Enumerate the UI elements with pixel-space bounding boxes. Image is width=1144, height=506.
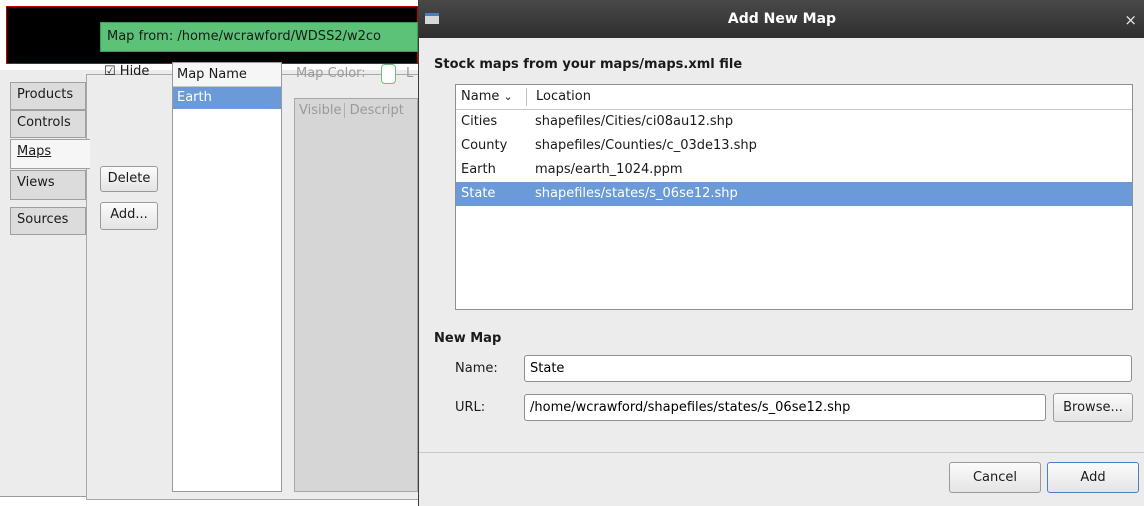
row-location: shapefiles/Cities/ci08au12.shp [535, 114, 734, 129]
name-field[interactable] [524, 355, 1132, 382]
browse-button[interactable]: Browse... [1053, 393, 1133, 422]
tab-controls-label: Controls [17, 115, 71, 130]
url-field[interactable] [524, 394, 1046, 421]
column-location-label: Location [536, 89, 591, 104]
url-field-label: URL: [455, 400, 486, 415]
map-name-header[interactable]: Map Name [173, 63, 281, 87]
column-description[interactable]: Descript [350, 103, 404, 118]
tab-products[interactable]: Products [10, 82, 86, 110]
list-item[interactable]: Earth [173, 87, 281, 109]
add-button-label: Add [1080, 470, 1106, 485]
tab-sources-label: Sources [17, 212, 69, 227]
delete-button-label: Delete [107, 171, 151, 186]
tab-controls[interactable]: Controls [10, 110, 86, 138]
tab-sources[interactable]: Sources [10, 207, 86, 235]
delete-button[interactable]: Delete [100, 166, 158, 192]
column-visible[interactable]: Visible [299, 103, 346, 118]
map-name-list[interactable]: Map Name Earth [172, 62, 282, 492]
add-map-button-label: Add... [110, 207, 148, 222]
map-color-trailing-label: L [406, 66, 414, 81]
map-color-swatch[interactable] [381, 64, 396, 84]
table-row-selected[interactable]: State shapefiles/states/s_06se12.shp [456, 182, 1132, 206]
map-from-bar: Map from: /home/wcrawford/WDSS2/w2co [100, 22, 418, 52]
add-button[interactable]: Add [1047, 462, 1139, 493]
checkbox-checked-icon: ☑ [104, 64, 116, 79]
row-location: maps/earth_1024.ppm [535, 162, 683, 177]
column-name[interactable]: Name ⌄ [461, 89, 513, 104]
dialog-titlebar[interactable]: Add New Map × [419, 0, 1144, 38]
stock-maps-header: Name ⌄ Location [456, 85, 1132, 110]
row-location: shapefiles/Counties/c_03de13.shp [535, 138, 757, 153]
table-row[interactable]: Cities shapefiles/Cities/ci08au12.shp [456, 110, 1132, 134]
column-location[interactable]: Location [536, 89, 591, 104]
layer-table-header: Visible Descript [295, 99, 417, 121]
new-map-heading: New Map [434, 331, 502, 346]
row-location: shapefiles/states/s_06se12.shp [535, 186, 738, 201]
dialog-title: Add New Map [727, 11, 837, 27]
table-row[interactable]: Earth maps/earth_1024.ppm [456, 158, 1132, 182]
cancel-button[interactable]: Cancel [949, 462, 1041, 493]
hide-checkbox-label: Hide [119, 64, 150, 79]
map-from-text: Map from: /home/wcrawford/WDSS2/w2co [107, 29, 381, 44]
row-name: County [461, 138, 508, 153]
tab-maps[interactable]: Maps [10, 139, 90, 169]
column-name-label: Name [461, 89, 500, 104]
row-name: Earth [461, 162, 496, 177]
column-divider[interactable] [526, 88, 527, 106]
stock-maps-heading: Stock maps from your maps/maps.xml file [434, 57, 743, 72]
list-item-label: Earth [177, 90, 212, 105]
table-row[interactable]: County shapefiles/Counties/c_03de13.shp [456, 134, 1132, 158]
browse-button-label: Browse... [1063, 400, 1123, 415]
cancel-button-label: Cancel [972, 470, 1018, 485]
row-name: State [461, 186, 496, 201]
close-icon[interactable]: × [1124, 11, 1137, 29]
map-name-header-label: Map Name [177, 67, 247, 82]
button-separator [419, 452, 1144, 453]
hide-checkbox[interactable]: ☑ Hide [104, 64, 149, 79]
tab-maps-label: Maps [17, 144, 52, 159]
name-field-label: Name: [455, 361, 498, 376]
tab-views-label: Views [17, 175, 55, 190]
add-new-map-dialog: Add New Map × Stock maps from your maps/… [418, 0, 1144, 506]
chevron-down-icon: ⌄ [503, 90, 513, 103]
map-color-label: Map Color: [296, 66, 366, 81]
stock-maps-table[interactable]: Name ⌄ Location Cities shapefiles/Cities… [455, 84, 1133, 310]
tab-products-label: Products [17, 87, 74, 102]
tab-views[interactable]: Views [10, 170, 86, 200]
row-name: Cities [461, 114, 498, 129]
layer-table[interactable]: Visible Descript [294, 98, 418, 492]
add-map-button[interactable]: Add... [100, 202, 158, 230]
